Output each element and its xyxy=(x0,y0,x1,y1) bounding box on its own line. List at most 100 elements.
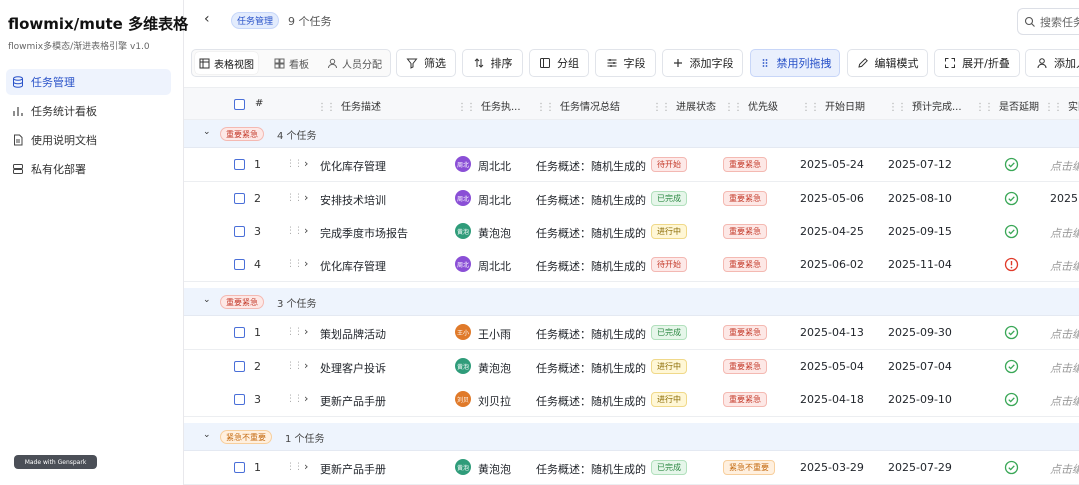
priority-badge[interactable]: 重要紧急 xyxy=(723,257,767,272)
sidebar-item-stats-board[interactable]: 任务统计看板 xyxy=(6,98,171,124)
task-owner[interactable]: 王小雨 xyxy=(478,326,511,342)
actual-date[interactable]: 点击编 xyxy=(1050,393,1079,409)
chevron-right-icon[interactable]: › xyxy=(304,257,308,270)
start-date[interactable]: 2025-05-04 xyxy=(800,360,864,373)
task-summary[interactable]: 任务概述：随机生成的 xyxy=(536,225,664,241)
table-row[interactable]: 1 ⋮⋮ › 更新产品手册 黄泡 黄泡泡 任务概述：随机生成的 已完成 紧急不重要 2025-03… xyxy=(184,451,1079,485)
priority-badge[interactable]: 重要紧急 xyxy=(723,157,767,172)
status-badge[interactable]: 已完成 xyxy=(651,460,687,475)
group-button[interactable]: 分组 xyxy=(529,49,589,77)
column-header-status[interactable]: ⋮⋮ 进展状态 xyxy=(652,98,716,113)
made-with-badge[interactable]: Made with Genspark xyxy=(14,455,97,469)
select-all-checkbox[interactable] xyxy=(234,99,245,110)
column-header-owner[interactable]: ⋮⋮ 任务执... xyxy=(457,98,521,113)
start-date[interactable]: 2025-04-25 xyxy=(800,225,864,238)
status-badge[interactable]: 已完成 xyxy=(651,325,687,340)
row-checkbox[interactable] xyxy=(234,159,245,170)
priority-badge[interactable]: 紧急不重要 xyxy=(723,460,775,475)
priority-badge[interactable]: 重要紧急 xyxy=(723,224,767,239)
task-owner[interactable]: 黄泡泡 xyxy=(478,360,511,376)
chevron-right-icon[interactable]: › xyxy=(304,224,308,237)
chevron-down-icon[interactable]: ⌄ xyxy=(203,295,211,305)
status-badge[interactable]: 进行中 xyxy=(651,392,687,407)
tab-people[interactable]: 人员分配 xyxy=(323,52,386,74)
task-description[interactable]: 优化库存管理 xyxy=(320,258,386,274)
tab-kanban[interactable]: 看板 xyxy=(270,52,313,74)
back-chevron-icon[interactable]: ‹ xyxy=(204,11,210,27)
status-badge[interactable]: 已完成 xyxy=(651,191,687,206)
due-date[interactable]: 2025-11-04 xyxy=(888,258,952,271)
task-description[interactable]: 策划品牌活动 xyxy=(320,326,386,342)
task-description[interactable]: 更新产品手册 xyxy=(320,461,386,477)
chevron-right-icon[interactable]: › xyxy=(304,359,308,372)
task-owner[interactable]: 刘贝拉 xyxy=(478,393,511,409)
task-description[interactable]: 更新产品手册 xyxy=(320,393,386,409)
fields-button[interactable]: 字段 xyxy=(595,49,656,77)
actual-date[interactable]: 点击编 xyxy=(1050,158,1079,174)
sort-button[interactable]: 排序 xyxy=(462,49,523,77)
row-checkbox[interactable] xyxy=(234,259,245,270)
actual-date[interactable]: 点击编 xyxy=(1050,225,1079,241)
task-owner[interactable]: 周北北 xyxy=(478,158,511,174)
table-row[interactable]: 2 ⋮⋮ › 安排技术培训 周北 周北北 任务概述：随机生成的 已完成 重要紧急 2025-05-… xyxy=(184,182,1079,216)
table-row[interactable]: 2 ⋮⋮ › 处理客户投诉 黄泡 黄泡泡 任务概述：随机生成的 进行中 重要紧急 2025-05-… xyxy=(184,350,1079,384)
column-header-desc[interactable]: ⋮⋮ 任务描述 xyxy=(317,98,381,113)
task-summary[interactable]: 任务概述：随机生成的 xyxy=(536,192,664,208)
task-owner[interactable]: 黄泡泡 xyxy=(478,225,511,241)
row-checkbox[interactable] xyxy=(234,226,245,237)
add-field-button[interactable]: 添加字段 xyxy=(662,49,743,77)
chevron-right-icon[interactable]: › xyxy=(304,325,308,338)
status-badge[interactable]: 待开始 xyxy=(651,157,687,172)
row-checkbox[interactable] xyxy=(234,462,245,473)
filter-button[interactable]: 筛选 xyxy=(396,49,456,77)
status-badge[interactable]: 进行中 xyxy=(651,359,687,374)
start-date[interactable]: 2025-03-29 xyxy=(800,461,864,474)
drag-handle-icon[interactable]: ⋮⋮ xyxy=(286,327,303,337)
drag-handle-icon[interactable]: ⋮⋮ xyxy=(286,394,303,404)
row-checkbox[interactable] xyxy=(234,193,245,204)
task-description[interactable]: 处理客户投诉 xyxy=(320,360,386,376)
task-description[interactable]: 完成季度市场报告 xyxy=(320,225,408,241)
disable-column-drag-button[interactable]: 禁用列拖拽 xyxy=(750,49,840,77)
row-checkbox[interactable] xyxy=(234,361,245,372)
column-header-actual[interactable]: ⋮⋮ 实际 xyxy=(1044,98,1079,113)
drag-handle-icon[interactable]: ⋮⋮ xyxy=(286,259,303,269)
task-description[interactable]: 优化库存管理 xyxy=(320,158,386,174)
table-row[interactable]: 1 ⋮⋮ › 优化库存管理 周北 周北北 任务概述：随机生成的 待开始 重要紧急 2025-05-… xyxy=(184,148,1079,182)
sidebar-item-docs[interactable]: 使用说明文档 xyxy=(6,127,171,153)
tab-table-view[interactable]: 表格视图 xyxy=(195,52,258,74)
chevron-right-icon[interactable]: › xyxy=(304,191,308,204)
actual-date[interactable]: 点击编 xyxy=(1050,258,1079,274)
start-date[interactable]: 2025-05-24 xyxy=(800,158,864,171)
actual-date[interactable]: 点击编 xyxy=(1050,360,1079,376)
drag-handle-icon[interactable]: ⋮⋮ xyxy=(286,226,303,236)
task-summary[interactable]: 任务概述：随机生成的 xyxy=(536,461,664,477)
start-date[interactable]: 2025-06-02 xyxy=(800,258,864,271)
actual-date[interactable]: 2025 xyxy=(1050,192,1078,205)
row-checkbox[interactable] xyxy=(234,327,245,338)
task-summary[interactable]: 任务概述：随机生成的 xyxy=(536,158,664,174)
chevron-down-icon[interactable]: ⌄ xyxy=(203,127,211,137)
priority-badge[interactable]: 重要紧急 xyxy=(723,325,767,340)
task-owner[interactable]: 周北北 xyxy=(478,192,511,208)
expand-collapse-button[interactable]: 展开/折叠 xyxy=(934,49,1020,77)
edit-mode-button[interactable]: 编辑模式 xyxy=(847,49,928,77)
due-date[interactable]: 2025-09-10 xyxy=(888,393,952,406)
drag-handle-icon[interactable]: ⋮⋮ xyxy=(286,361,303,371)
column-header-start[interactable]: ⋮⋮ 开始日期 xyxy=(801,98,865,113)
sidebar-item-deploy[interactable]: 私有化部署 xyxy=(6,156,171,182)
status-badge[interactable]: 进行中 xyxy=(651,224,687,239)
sidebar-item-task-management[interactable]: 任务管理 xyxy=(6,69,171,95)
search-input[interactable]: 搜索任务 xyxy=(1017,8,1079,35)
group-header[interactable]: ⌄ 重要紧急 4 个任务 xyxy=(184,120,1079,148)
table-row[interactable]: 1 ⋮⋮ › 策划品牌活动 王小 王小雨 任务概述：随机生成的 已完成 重要紧急 2025-04-… xyxy=(184,316,1079,350)
table-row[interactable]: 3 ⋮⋮ › 完成季度市场报告 黄泡 黄泡泡 任务概述：随机生成的 进行中 重要紧急 2025-0… xyxy=(184,215,1079,249)
task-summary[interactable]: 任务概述：随机生成的 xyxy=(536,360,664,376)
column-header-delayed[interactable]: ⋮⋮ 是否延期 xyxy=(975,98,1039,113)
group-header[interactable]: ⌄ 重要紧急 3 个任务 xyxy=(184,288,1079,316)
due-date[interactable]: 2025-09-15 xyxy=(888,225,952,238)
chevron-right-icon[interactable]: › xyxy=(304,460,308,473)
task-summary[interactable]: 任务概述：随机生成的 xyxy=(536,393,664,409)
row-checkbox[interactable] xyxy=(234,394,245,405)
chevron-down-icon[interactable]: ⌄ xyxy=(203,430,211,440)
